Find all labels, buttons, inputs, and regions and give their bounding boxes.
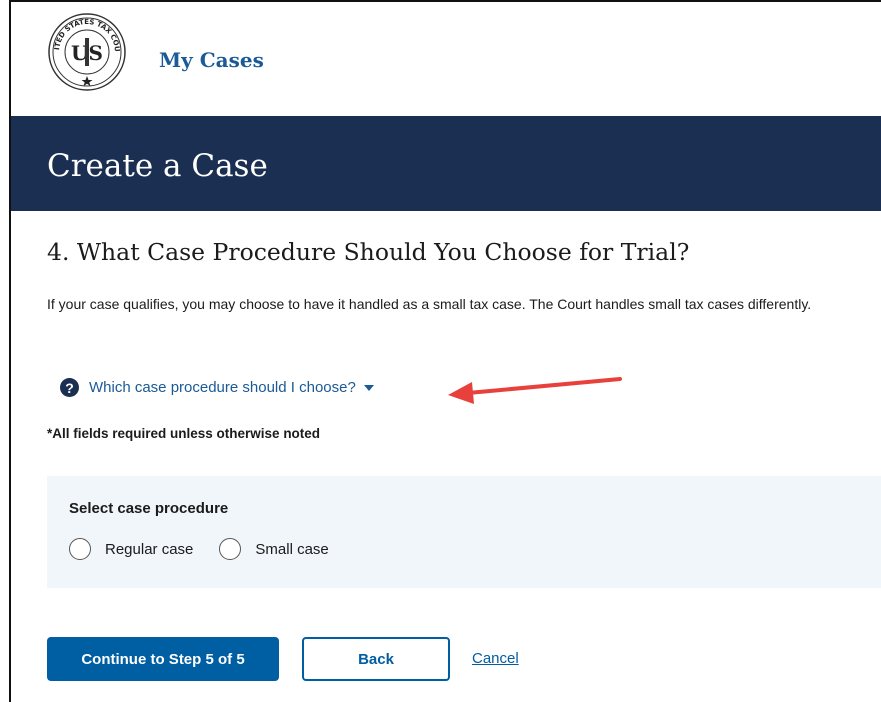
court-seal-icon[interactable]: UNITED STATES TAX COURT US [47, 12, 127, 92]
page-banner: Create a Case [11, 116, 881, 211]
small-case-radio[interactable]: Small case [219, 538, 329, 560]
case-procedure-legend: Select case procedure [69, 500, 229, 517]
radio-circle[interactable] [69, 538, 91, 560]
site-header: UNITED STATES TAX COURT US My Cases [11, 2, 881, 116]
back-button[interactable]: Back [302, 637, 450, 681]
required-fields-note: *All fields required unless otherwise no… [47, 426, 321, 441]
intro-text: If your case qualifies, you may choose t… [47, 296, 812, 312]
radio-label: Regular case [105, 540, 194, 558]
continue-button[interactable]: Continue to Step 5 of 5 [47, 637, 279, 681]
case-procedure-help-toggle[interactable]: ? Which case procedure should I choose? [60, 378, 374, 397]
page-title: Create a Case [47, 148, 268, 184]
help-toggle-label: Which case procedure should I choose? [89, 379, 356, 396]
case-procedure-fieldset: Select case procedure Regular case Small… [47, 476, 881, 588]
regular-case-radio[interactable]: Regular case [69, 538, 193, 560]
cancel-link[interactable]: Cancel [472, 650, 519, 667]
annotation-arrow-icon [448, 377, 622, 404]
radio-circle[interactable] [219, 538, 242, 560]
my-cases-link[interactable]: My Cases [159, 48, 264, 72]
radio-label: Small case [255, 540, 329, 558]
section-title: 4. What Case Procedure Should You Choose… [47, 238, 690, 266]
question-circle-icon: ? [60, 378, 79, 397]
case-procedure-options: Regular case Small case [69, 538, 355, 560]
caret-down-icon [363, 384, 374, 391]
